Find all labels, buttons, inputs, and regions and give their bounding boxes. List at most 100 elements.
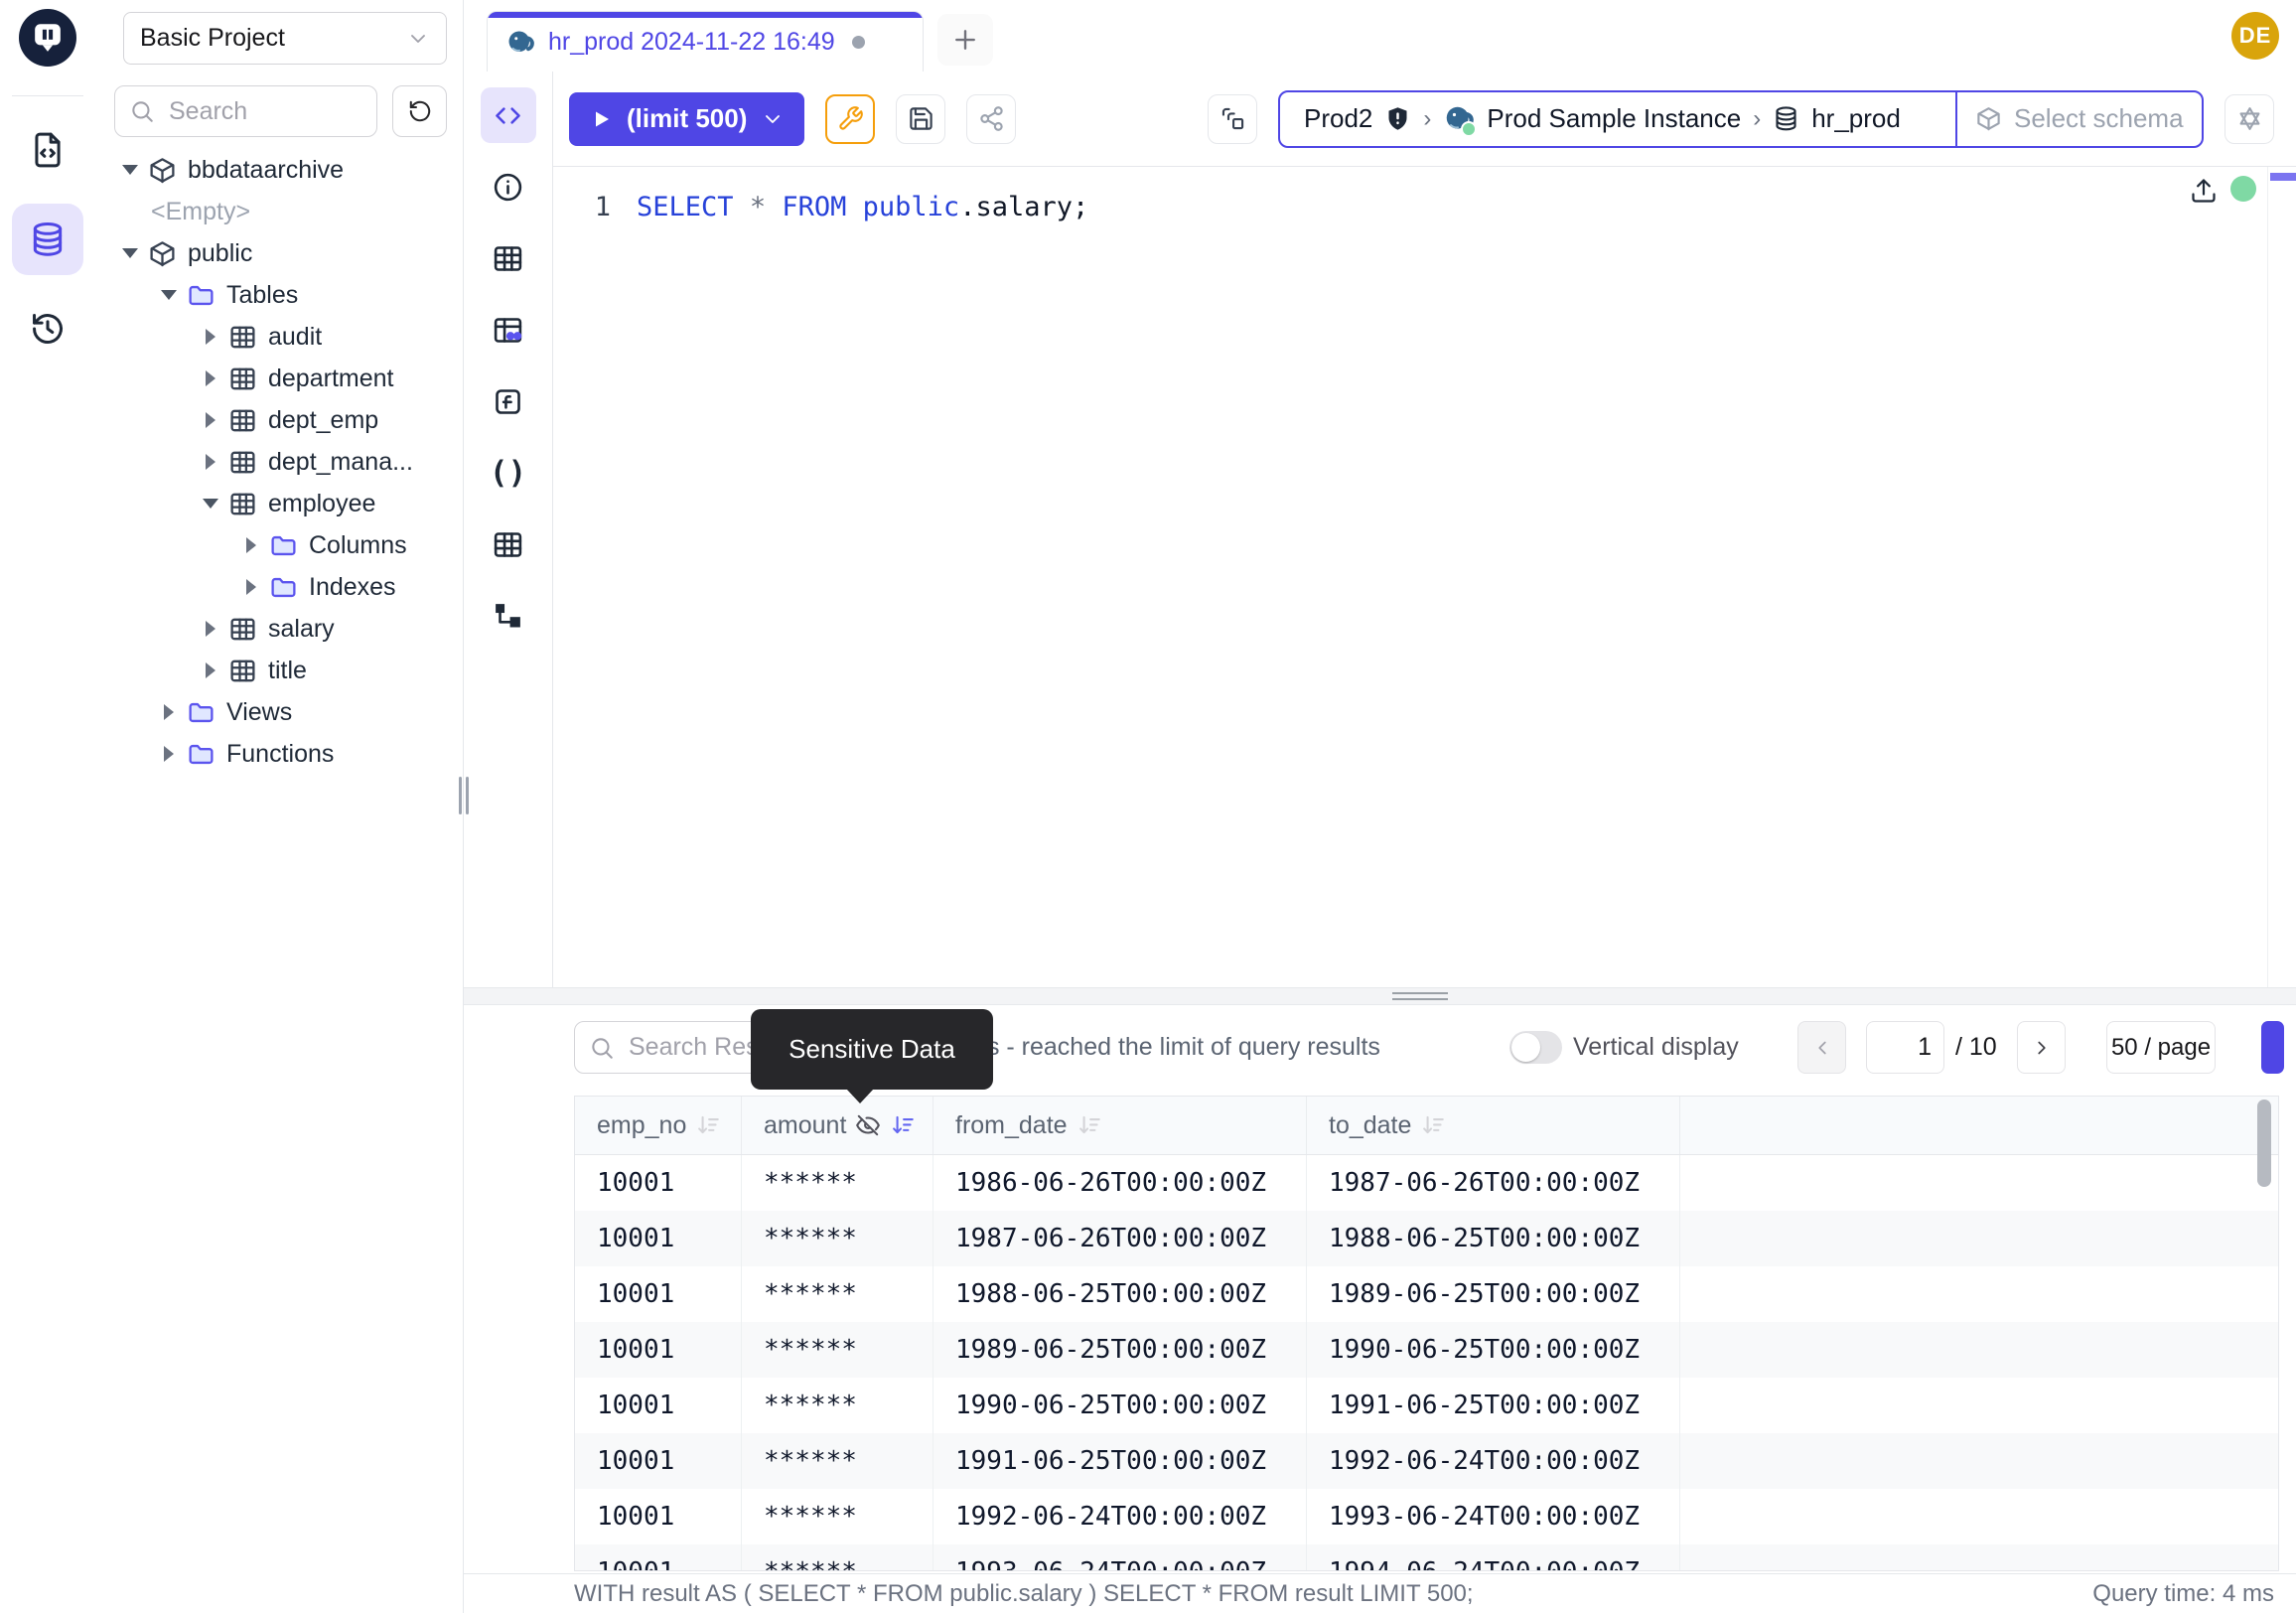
rail-item-functions[interactable] <box>481 373 536 429</box>
rail-item-editor[interactable] <box>481 87 536 143</box>
avatar[interactable]: DE <box>2231 12 2279 60</box>
table-body: 10001******1986-06-26T00:00:00Z1987-06-2… <box>575 1155 2278 1571</box>
code-token: public <box>863 192 960 222</box>
column-header-from-date[interactable]: from_date <box>933 1097 1307 1154</box>
caret-right-icon[interactable] <box>241 537 261 553</box>
rail-item-tables[interactable] <box>481 230 536 286</box>
postgres-icon <box>1443 103 1475 135</box>
sidebar-resize-handle[interactable] <box>459 777 469 814</box>
column-header-to-date[interactable]: to_date <box>1307 1097 1680 1154</box>
tree-item-columns[interactable]: Columns <box>95 524 463 566</box>
tree-item-dept-mana[interactable]: dept_mana... <box>95 441 463 483</box>
sort-icon[interactable] <box>695 1112 721 1138</box>
tree-item-public[interactable]: public <box>95 232 463 274</box>
bytebase-logo-icon[interactable] <box>19 9 76 67</box>
share-button[interactable] <box>966 94 1016 144</box>
format-sql-button[interactable] <box>825 94 875 144</box>
tree-item-bbdataarchive[interactable]: bbdataarchive <box>95 149 463 191</box>
eye-off-icon[interactable] <box>855 1112 881 1138</box>
sort-icon[interactable] <box>1076 1112 1102 1138</box>
code-token <box>766 192 782 222</box>
sort-icon[interactable] <box>1420 1112 1446 1138</box>
rail-item-schema-diagram[interactable] <box>481 588 536 644</box>
sql-editor[interactable]: 1 SELECT * FROM public.salary; <box>553 167 2296 987</box>
caret-right-icon[interactable] <box>201 370 220 386</box>
postgres-icon <box>505 28 535 58</box>
database-icon <box>29 220 67 258</box>
chevron-down-icon <box>761 107 785 131</box>
vertical-display-toggle[interactable] <box>1509 1031 1562 1064</box>
caret-right-icon[interactable] <box>201 621 220 637</box>
table-icon <box>228 323 257 352</box>
table-row: 10001******1991-06-25T00:00:00Z1992-06-2… <box>575 1433 2278 1489</box>
tree-item-department[interactable]: department <box>95 358 463 399</box>
column-header-emp-no[interactable]: emp_no <box>575 1097 742 1154</box>
caret-down-icon[interactable] <box>120 165 140 175</box>
sort-icon[interactable] <box>890 1112 916 1138</box>
table-row: 10001******1987-06-26T00:00:00Z1988-06-2… <box>575 1211 2278 1266</box>
tree-item-label: department <box>268 365 393 393</box>
tree-item-title[interactable]: title <box>95 650 463 691</box>
run-query-button[interactable]: (limit 500) <box>569 92 804 146</box>
page-number-input[interactable] <box>1866 1021 1944 1074</box>
page-size-select[interactable]: 50 / page <box>2106 1021 2216 1074</box>
tree-item-label: employee <box>268 490 375 518</box>
table-icon <box>228 490 257 518</box>
tree-item-label: bbdataarchive <box>188 156 344 185</box>
activity-item-databases[interactable] <box>12 204 83 275</box>
chevron-right-icon: › <box>1753 105 1761 133</box>
caret-right-icon[interactable] <box>201 329 220 345</box>
refresh-button[interactable] <box>392 85 447 137</box>
rail-item-sensitive-tables[interactable] <box>481 302 536 358</box>
panel-splitter[interactable] <box>464 987 2296 1005</box>
sql-editor-app: Basic Project bbdataarchive<Empty>public… <box>0 0 2296 1613</box>
caret-down-icon[interactable] <box>159 290 179 300</box>
folder-icon <box>187 281 215 310</box>
table-row: 10001******1992-06-24T00:00:00Z1993-06-2… <box>575 1489 2278 1544</box>
upload-icon[interactable] <box>2190 177 2218 205</box>
caret-down-icon[interactable] <box>120 248 140 258</box>
activity-item-worksheets[interactable] <box>12 114 83 186</box>
rail-item-info[interactable] <box>481 159 536 215</box>
code-token <box>734 192 750 222</box>
caret-right-icon[interactable] <box>201 412 220 428</box>
tree-item-label: Indexes <box>309 573 396 602</box>
tree-item-dept-emp[interactable]: dept_emp <box>95 399 463 441</box>
project-select[interactable]: Basic Project <box>123 12 447 65</box>
caret-right-icon[interactable] <box>159 704 179 720</box>
tree-item-views[interactable]: Views <box>95 691 463 733</box>
rail-item-table-list[interactable] <box>481 516 536 572</box>
rail-item-procedures[interactable]: () <box>481 445 536 501</box>
cube-icon <box>1975 105 2002 132</box>
connection-path[interactable]: Prod2 › Prod Sample Instance › hr_prod <box>1280 92 1955 146</box>
sidebar-search-input[interactable] <box>167 96 362 127</box>
next-page-button[interactable] <box>2017 1021 2066 1074</box>
wrench-icon <box>837 105 864 132</box>
batch-query-button[interactable] <box>1208 94 1257 144</box>
new-tab-button[interactable] <box>937 14 993 66</box>
tree-item-functions[interactable]: Functions <box>95 733 463 775</box>
activity-item-history[interactable] <box>12 293 83 365</box>
tree-item-employee[interactable]: employee <box>95 483 463 524</box>
caret-right-icon[interactable] <box>159 746 179 762</box>
caret-down-icon[interactable] <box>201 499 220 509</box>
caret-right-icon[interactable] <box>201 662 220 678</box>
results-side-button[interactable] <box>2261 1021 2284 1074</box>
select-schema[interactable]: Select schema <box>1955 92 2202 146</box>
caret-right-icon[interactable] <box>241 579 261 595</box>
table-scrollbar[interactable] <box>2257 1100 2271 1187</box>
tab-hr-prod[interactable]: hr_prod 2024-11-22 16:49 <box>487 11 924 73</box>
splitter-handle[interactable] <box>1392 992 1448 1004</box>
save-button[interactable] <box>896 94 945 144</box>
select-schema-placeholder: Select schema <box>2014 103 2184 134</box>
column-header-amount[interactable]: amount <box>742 1097 933 1154</box>
caret-right-icon[interactable] <box>201 454 220 470</box>
tree-item-tables[interactable]: Tables <box>95 274 463 316</box>
prev-page-button[interactable] <box>1797 1021 1846 1074</box>
tree-item-audit[interactable]: audit <box>95 316 463 358</box>
ai-assistant-button[interactable] <box>2224 94 2274 144</box>
tree-item-indexes[interactable]: Indexes <box>95 566 463 608</box>
cube-icon <box>148 156 177 185</box>
cell: 1992-06-24T00:00:00Z <box>1307 1433 1680 1489</box>
tree-item-salary[interactable]: salary <box>95 608 463 650</box>
